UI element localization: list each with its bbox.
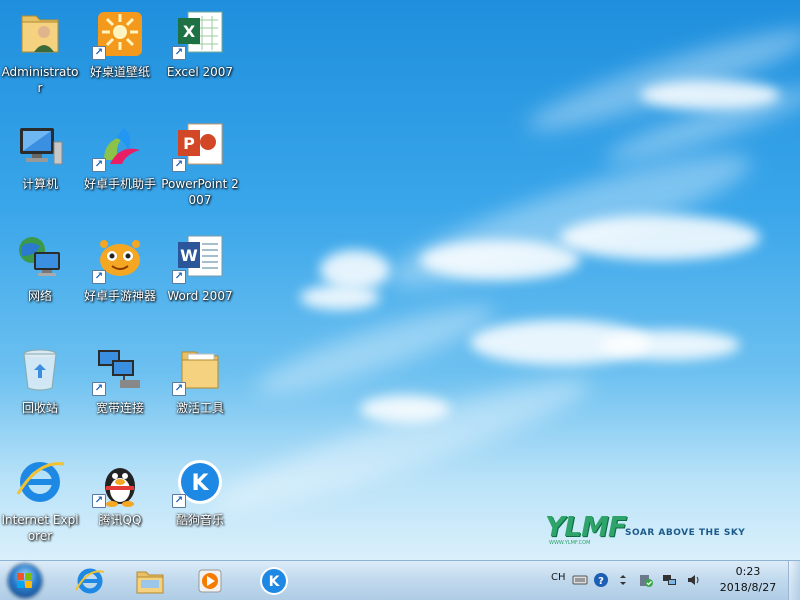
- desktop-icon-label: 激活工具: [175, 401, 224, 415]
- start-button[interactable]: [2, 562, 50, 600]
- excel-icon: X ↗: [172, 8, 226, 60]
- shortcut-arrow-icon: ↗: [92, 382, 106, 396]
- shortcut-arrow-icon: ↗: [92, 494, 106, 508]
- shortcut-arrow-icon: ↗: [92, 270, 106, 284]
- windows-flag-icon: [17, 573, 33, 589]
- kugou-icon: K ↗: [172, 456, 226, 508]
- help-icon[interactable]: ?: [593, 572, 609, 588]
- desktop-icon-label: PowerPoint 2007: [161, 177, 239, 207]
- kugou-icon: K: [258, 566, 290, 596]
- game-tool-icon: ↗: [92, 232, 146, 284]
- windows-orb-icon: [8, 564, 42, 598]
- cloud: [640, 80, 780, 110]
- cloud: [300, 285, 380, 310]
- shortcut-arrow-icon: ↗: [172, 494, 186, 508]
- taskbar-windows-explorer[interactable]: [122, 563, 178, 599]
- taskbar-internet-explorer[interactable]: [62, 563, 118, 599]
- cloud: [420, 240, 580, 280]
- shortcut-arrow-icon: ↗: [172, 46, 186, 60]
- shortcut-arrow-icon: ↗: [92, 46, 106, 60]
- svg-text:X: X: [183, 22, 196, 41]
- cloud-streak: [249, 292, 501, 408]
- shortcut-arrow-icon: ↗: [172, 382, 186, 396]
- clock[interactable]: 0:23 2018/8/27: [712, 564, 784, 596]
- desktop-icon-label: Word 2007: [167, 289, 233, 303]
- desktop-icon-activation-tool[interactable]: ↗ 激活工具: [161, 340, 239, 440]
- desktop-icon-internet-explorer[interactable]: Internet Explorer: [1, 452, 79, 552]
- desktop-icon-excel[interactable]: X ↗ Excel 2007: [161, 4, 239, 104]
- volume-icon[interactable]: [686, 572, 702, 588]
- internet-explorer-icon: [14, 456, 66, 508]
- cloud: [600, 330, 740, 360]
- shortcut-arrow-icon: ↗: [172, 270, 186, 284]
- desktop-icon-label: 好卓手机助手: [83, 177, 156, 191]
- taskbar-kugou[interactable]: K: [246, 563, 302, 599]
- desktop-icon-powerpoint[interactable]: P ↗ PowerPoint 2007: [161, 116, 239, 216]
- system-tray: CH ? 0:23 2018/8/27: [545, 561, 800, 600]
- wallpaper-slogan: SOAR ABOVE THE SKY: [625, 528, 746, 538]
- shortcut-arrow-icon: ↗: [172, 158, 186, 172]
- show-desktop-button[interactable]: [788, 561, 800, 600]
- desktop-icon-kugou[interactable]: K ↗ 酷狗音乐: [161, 452, 239, 552]
- wallpaper-url: WWW.YLMF.COM: [549, 540, 591, 546]
- language-indicator[interactable]: CH: [551, 572, 566, 583]
- ylmf-brand: YLMF SOAR ABOVE THE SKY WWW.YLMF.COM: [545, 510, 745, 548]
- cloud: [320, 250, 390, 290]
- desktop-icon-computer[interactable]: 计算机: [1, 116, 79, 216]
- desktop-icon-label: 网络: [27, 289, 52, 303]
- taskbar: K CH ? 0:23 2018/8/27: [0, 560, 800, 600]
- desktop-icon-label: 酷狗音乐: [175, 513, 224, 527]
- desktop-icon-label: 回收站: [21, 401, 58, 415]
- qq-penguin-icon: ↗: [92, 456, 146, 508]
- arrow-icon[interactable]: [615, 572, 631, 588]
- desktop-icon-network[interactable]: 网络: [1, 228, 79, 328]
- svg-text:K: K: [191, 471, 209, 496]
- word-icon: W ↗: [172, 232, 226, 284]
- svg-text:W: W: [180, 246, 198, 265]
- wallpaper-app-icon: ↗: [92, 8, 146, 60]
- desktop-icon-qq[interactable]: ↗ 腾讯QQ: [81, 452, 159, 552]
- desktop-icon-phone-assistant[interactable]: ↗ 好卓手机助手: [81, 116, 159, 216]
- desktop-icon-wallpaper-app[interactable]: ↗ 好桌道壁纸: [81, 4, 159, 104]
- ylmf-logo: YLMF: [545, 510, 627, 543]
- cloud: [560, 215, 760, 260]
- phone-assistant-icon: ↗: [92, 120, 146, 172]
- desktop-icon-administrator[interactable]: Administrato r: [1, 4, 79, 104]
- desktop-icon-label: 好卓手游神器: [83, 289, 156, 303]
- user-folder-icon: [14, 8, 66, 60]
- desktop-icon-label: 好桌道壁纸: [89, 65, 150, 79]
- desktop-icon-label: 计算机: [21, 177, 58, 191]
- taskbar-media-player[interactable]: [182, 563, 238, 599]
- clock-date: 2018/8/27: [719, 581, 777, 594]
- security-icon[interactable]: [638, 572, 654, 588]
- network-icon[interactable]: [662, 572, 678, 588]
- internet-explorer-icon: [74, 566, 106, 596]
- clock-time: 0:23: [735, 565, 761, 578]
- folder-icon: [134, 566, 166, 596]
- svg-text:K: K: [269, 574, 281, 590]
- svg-text:?: ?: [598, 576, 604, 587]
- desktop-icon-label: Administrato r: [1, 65, 79, 95]
- recycle-bin-icon: [14, 344, 66, 396]
- shortcut-arrow-icon: ↗: [92, 158, 106, 172]
- desktop-icon-label: Excel 2007: [166, 65, 234, 79]
- powerpoint-icon: P ↗: [172, 120, 226, 172]
- desktop-icon-label: Internet Explorer: [1, 513, 79, 543]
- svg-text:P: P: [183, 134, 195, 153]
- folder-icon: ↗: [172, 344, 226, 396]
- broadband-icon: ↗: [92, 344, 146, 396]
- network-icon: [14, 232, 66, 284]
- desktop-icon-recycle-bin[interactable]: 回收站: [1, 340, 79, 440]
- keyboard-icon[interactable]: [572, 572, 588, 588]
- computer-icon: [14, 120, 66, 172]
- desktop-icon-broadband[interactable]: ↗ 宽带连接: [81, 340, 159, 440]
- desktop-icon-game-tool[interactable]: ↗ 好卓手游神器: [81, 228, 159, 328]
- desktop-icon-label: 宽带连接: [95, 401, 144, 415]
- media-player-icon: [194, 566, 226, 596]
- desktop-icon-label: 腾讯QQ: [98, 513, 142, 527]
- desktop-icon-word[interactable]: W ↗ Word 2007: [161, 228, 239, 328]
